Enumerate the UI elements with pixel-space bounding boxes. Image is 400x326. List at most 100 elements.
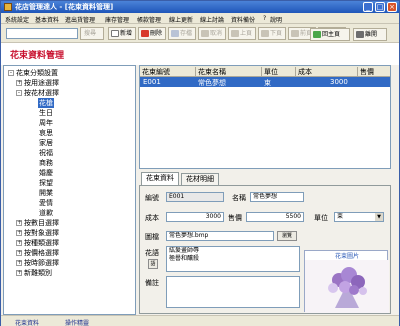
search-input[interactable] xyxy=(6,28,78,39)
code-field[interactable]: E001 xyxy=(166,192,224,202)
menu-purchase-sales[interactable]: 進出貨管理 xyxy=(65,15,95,24)
detail-tabs: 花束資料 花材明細 xyxy=(139,172,391,185)
image-path-field[interactable]: 常色夢想.bmp xyxy=(166,231,274,241)
menu-basic-data[interactable]: 基本資料 xyxy=(35,15,59,24)
tree-leaf-selected[interactable]: 花槍 xyxy=(38,98,54,108)
tab-bouquet-info[interactable]: 花束資料 xyxy=(141,172,179,185)
arrow-down-icon xyxy=(261,30,269,37)
tree-item-by-usage[interactable]: 按用途選擇 xyxy=(24,78,59,88)
flower-language-label: 花語 xyxy=(145,249,159,257)
tree-item-by-type[interactable]: 按種類選擇 xyxy=(24,238,59,248)
table-header: 花束編號 花束名稱 單位 成本 售價 xyxy=(140,66,390,77)
help-icon: ? xyxy=(263,15,267,22)
save-button[interactable]: 存檔 xyxy=(168,27,196,40)
tree-item-new-category[interactable]: 新難類別 xyxy=(24,268,52,278)
menu-help[interactable]: 說明 xyxy=(270,15,282,24)
exit-button[interactable]: 離開 xyxy=(353,28,387,41)
tree-item-by-quantity[interactable]: 按數目選擇 xyxy=(24,218,59,228)
column-header-price[interactable]: 售價 xyxy=(358,67,390,77)
detail-panel: 編號 E001 名稱 常色夢想 成本 3000 售價 5500 單位 束 ▼ 圖… xyxy=(139,185,391,314)
title-bar[interactable]: 花店管理達人 - [花束資料管理] _ □ × xyxy=(1,1,399,13)
tree-item-by-price[interactable]: 按價格選擇 xyxy=(24,248,59,258)
tree-leaf[interactable]: 愛情 xyxy=(39,198,53,208)
save-icon xyxy=(171,30,179,37)
tree-leaf[interactable]: 開業 xyxy=(39,188,53,198)
status-left: 花束資料 xyxy=(15,320,40,326)
tree-leaf[interactable]: 道歉 xyxy=(39,208,53,218)
tree-root[interactable]: 花束分類設置 xyxy=(16,68,58,78)
unit-select[interactable]: 束 ▼ xyxy=(334,212,384,222)
price-field[interactable]: 5500 xyxy=(246,212,304,222)
tab-material-detail[interactable]: 花材明細 xyxy=(181,173,219,185)
add-button[interactable]: 新增 xyxy=(108,27,136,40)
tree-collapse-toggle[interactable]: - xyxy=(8,70,14,76)
tree-leaf[interactable]: 祝福 xyxy=(39,148,53,158)
column-header-cost[interactable]: 成本 xyxy=(296,67,358,77)
cell-unit: 束 xyxy=(264,79,271,87)
menu-online-update[interactable]: 線上更新 xyxy=(169,15,193,24)
column-header-unit[interactable]: 單位 xyxy=(262,67,296,77)
status-right: 操作精靈 xyxy=(65,320,90,326)
code-label: 編號 xyxy=(145,194,159,202)
menu-inventory[interactable]: 庫存管理 xyxy=(105,15,129,24)
menu-backup[interactable]: 資料備份 xyxy=(231,15,255,24)
app-window: 花店管理達人 - [花束資料管理] _ □ × 系統設定 基本資料 進出貨管理 … xyxy=(0,0,400,326)
tree-leaf[interactable]: 家居 xyxy=(39,138,53,148)
tree-leaf[interactable]: 商務 xyxy=(39,158,53,168)
tree-expand-toggle[interactable]: + xyxy=(16,220,22,226)
tree-item-by-material[interactable]: 按花材選擇 xyxy=(24,88,59,98)
minimize-icon: _ xyxy=(366,3,370,11)
window-title: 花店管理達人 - [花束資料管理] xyxy=(15,3,114,11)
tree-expand-toggle[interactable]: + xyxy=(16,270,22,276)
home-button[interactable]: 回主頁 xyxy=(310,28,350,41)
flower-language-button[interactable]: 語 xyxy=(148,259,158,269)
cost-field[interactable]: 3000 xyxy=(166,212,224,222)
status-bar: 花束資料 操作精靈 xyxy=(1,315,399,326)
menu-accounts[interactable]: 帳款管理 xyxy=(137,15,161,24)
cell-code: E001 xyxy=(143,78,161,86)
column-header-name[interactable]: 花束名稱 xyxy=(196,67,262,77)
name-label: 名稱 xyxy=(232,194,246,202)
search-button[interactable]: 搜尋 xyxy=(80,27,104,40)
name-field[interactable]: 常色夢想 xyxy=(250,192,304,202)
cell-name: 常色夢想 xyxy=(198,79,226,87)
delete-icon xyxy=(141,30,149,37)
tree-expand-toggle[interactable]: + xyxy=(16,260,22,266)
delete-button-label: 刪除 xyxy=(150,30,163,37)
cancel-button[interactable]: 取消 xyxy=(198,27,226,40)
unit-select-value: 束 xyxy=(337,213,344,220)
note-label: 備註 xyxy=(145,279,159,287)
save-button-label: 存檔 xyxy=(180,30,193,37)
menu-online-discussion[interactable]: 線上討論 xyxy=(200,15,224,24)
tree-collapse-toggle[interactable]: - xyxy=(16,90,22,96)
tree-item-by-recipient[interactable]: 按對象選擇 xyxy=(24,228,59,238)
chevron-down-icon: ▼ xyxy=(375,213,383,221)
tree-expand-toggle[interactable]: + xyxy=(16,240,22,246)
category-tree[interactable]: - 花束分類設置 + 按用途選擇 - 按花材選擇 花槍 生日 周年 哀思 家居 … xyxy=(3,65,136,315)
close-button[interactable]: × xyxy=(387,2,397,12)
menu-system-settings[interactable]: 系統設定 xyxy=(5,15,29,24)
prev-page-button[interactable]: 上頁 xyxy=(228,27,256,40)
browse-button[interactable]: 瀏覽 xyxy=(277,231,297,241)
flower-language-text[interactable]: 紘爰畫師辱 極嚳和釀殺 xyxy=(166,246,300,272)
maximize-button[interactable]: □ xyxy=(375,2,385,12)
tree-leaf[interactable]: 探望 xyxy=(39,178,53,188)
tree-leaf[interactable]: 周年 xyxy=(39,118,53,128)
tree-item-by-season[interactable]: 按時節選擇 xyxy=(24,258,59,268)
table-row[interactable]: E001 常色夢想 束 3000 xyxy=(140,77,390,87)
next-page-label: 下頁 xyxy=(270,30,283,37)
bouquet-table[interactable]: 花束編號 花束名稱 單位 成本 售價 E001 常色夢想 束 3000 xyxy=(139,65,391,169)
minimize-button[interactable]: _ xyxy=(363,2,373,12)
tree-expand-toggle[interactable]: + xyxy=(16,230,22,236)
tree-leaf[interactable]: 婚慶 xyxy=(39,168,53,178)
cost-label: 成本 xyxy=(145,214,159,222)
page-title: 花束資料管理 xyxy=(10,51,65,61)
note-field[interactable] xyxy=(166,276,300,308)
tree-expand-toggle[interactable]: + xyxy=(16,250,22,256)
column-header-code[interactable]: 花束編號 xyxy=(140,67,196,77)
tree-leaf[interactable]: 哀思 xyxy=(39,128,53,138)
next-page-button[interactable]: 下頁 xyxy=(258,27,286,40)
delete-button[interactable]: 刪除 xyxy=(138,27,166,40)
tree-leaf[interactable]: 生日 xyxy=(39,108,53,118)
tree-expand-toggle[interactable]: + xyxy=(16,80,22,86)
